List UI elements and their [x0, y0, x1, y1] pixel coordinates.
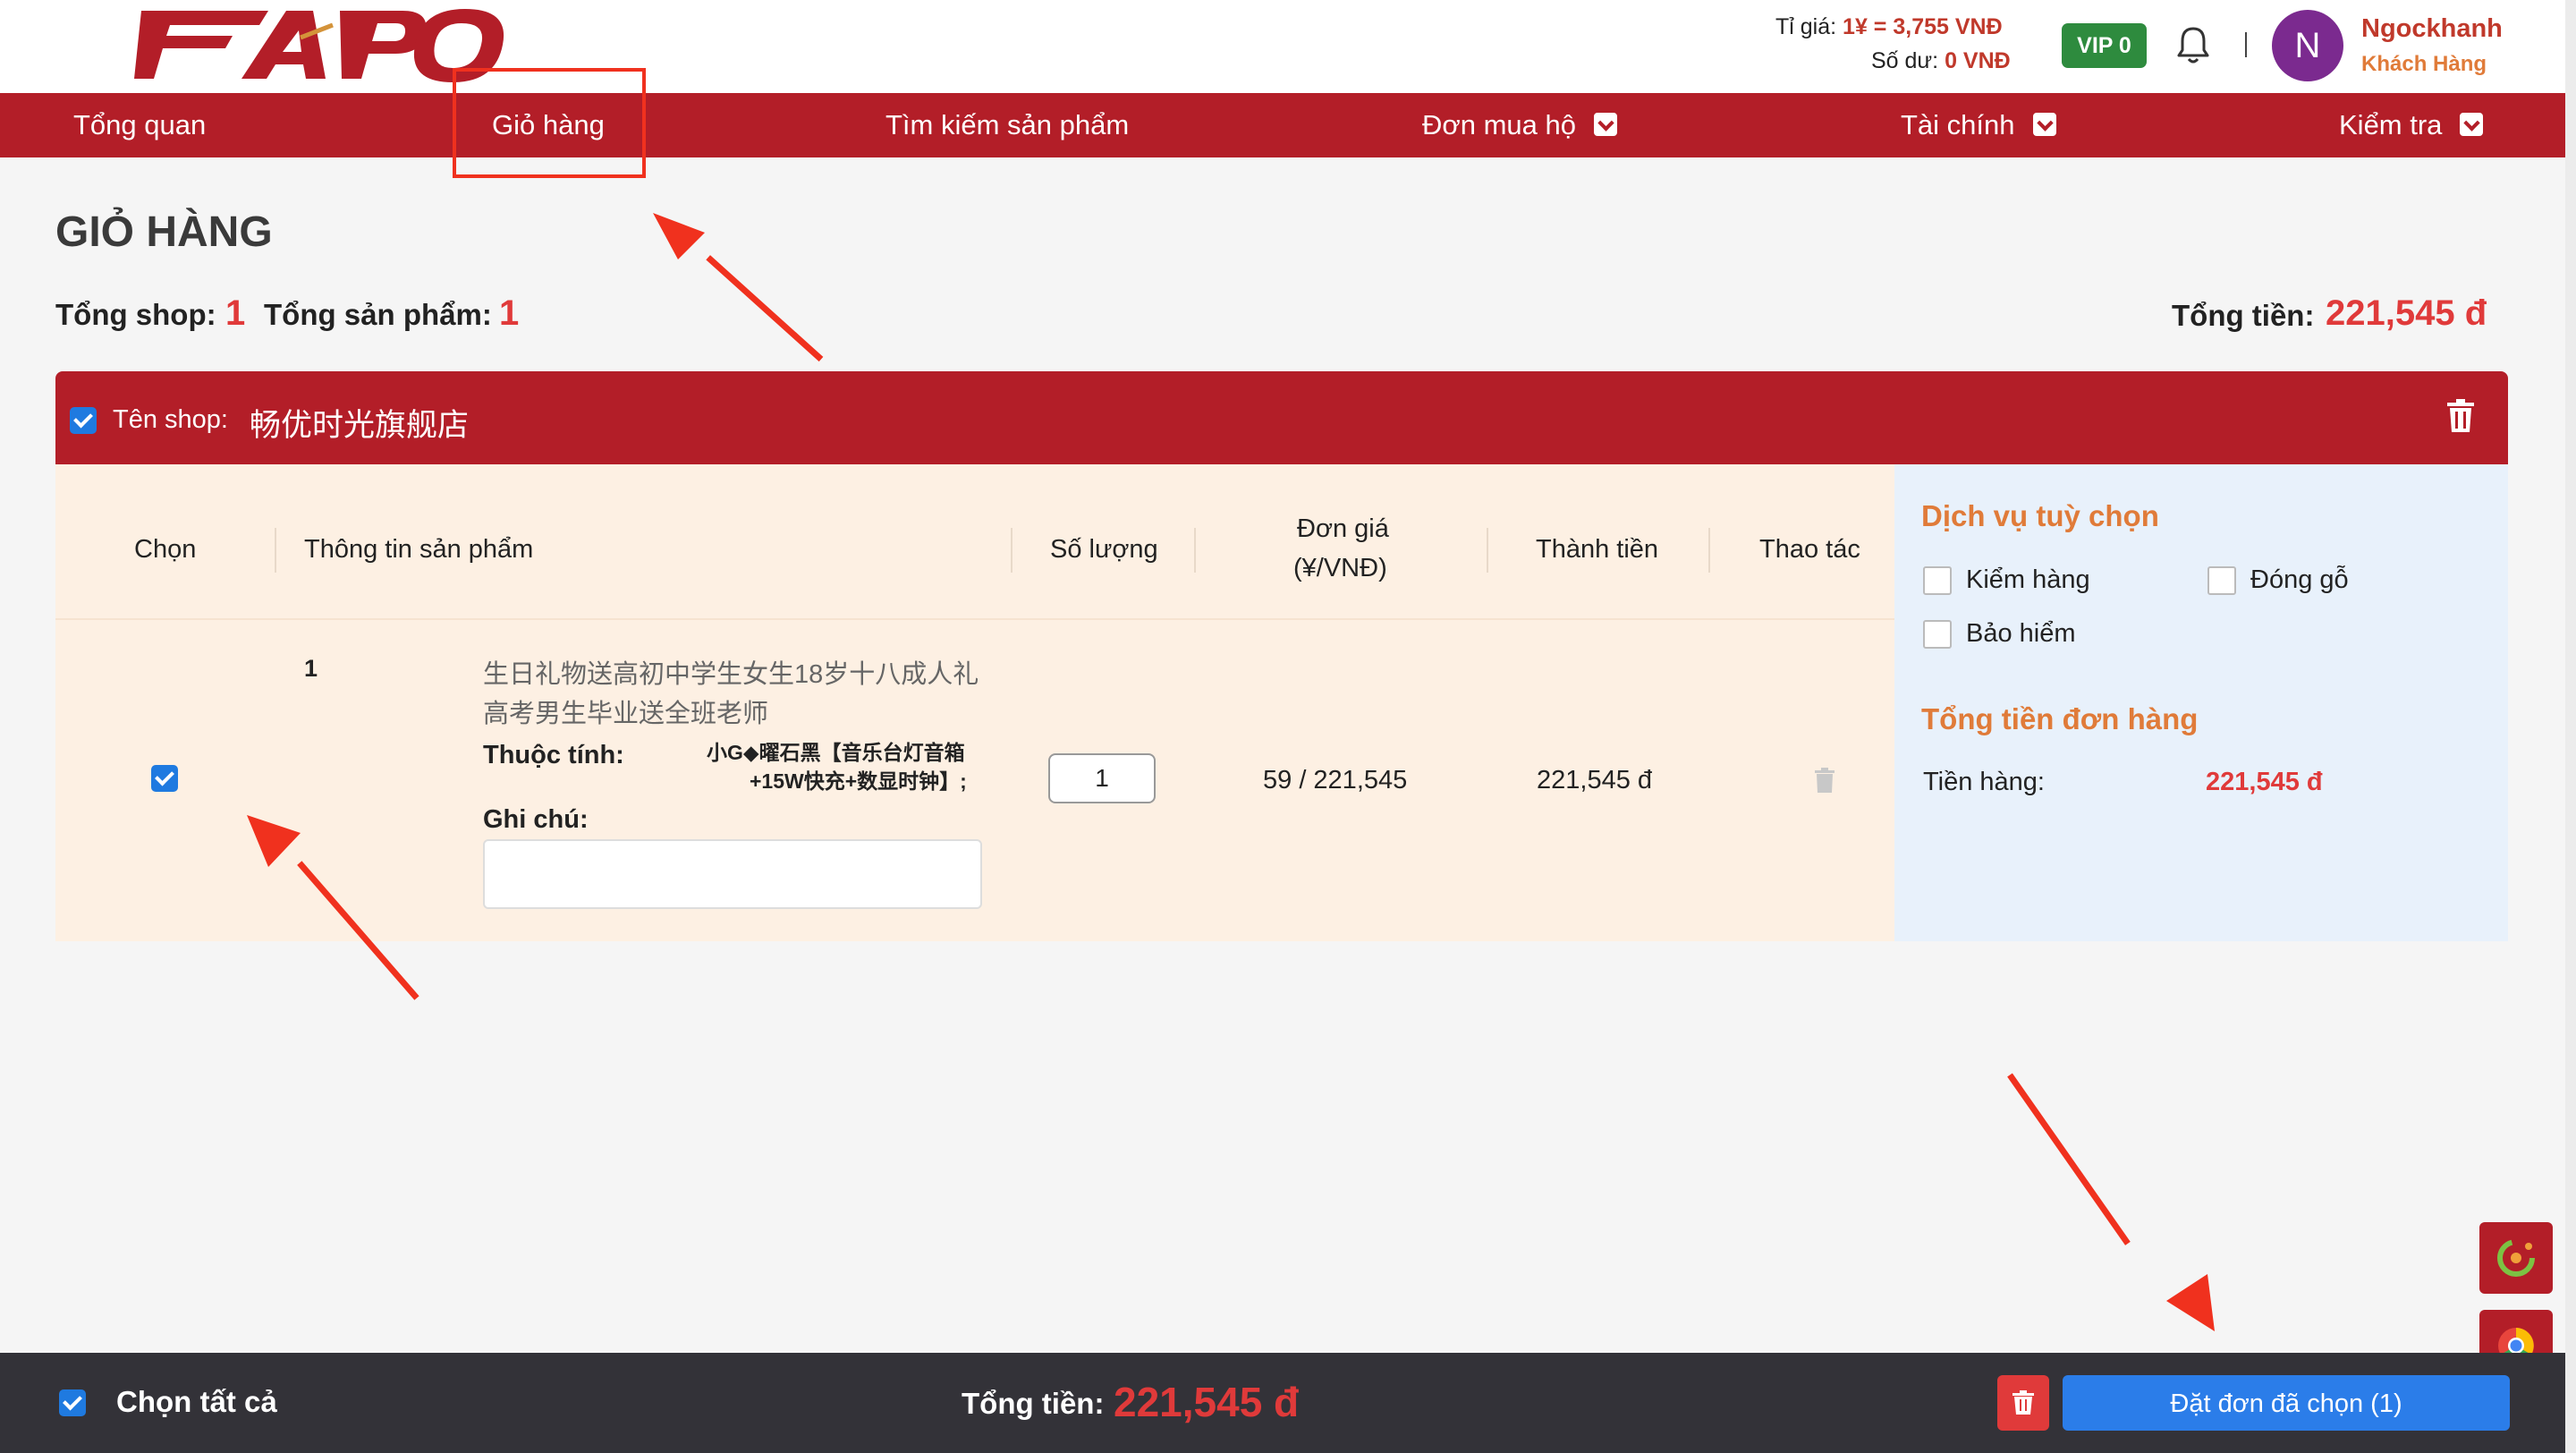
select-all-checkbox[interactable] [59, 1389, 86, 1416]
note-label: Ghi chú: [483, 805, 589, 834]
scrollbar[interactable] [2565, 0, 2576, 1453]
nav-label: Kiểm tra [2339, 109, 2443, 140]
product-title-line1[interactable]: 生日礼物送高初中学生女生18岁十八成人礼 [483, 653, 979, 691]
footer-total-label: Tổng tiền: [962, 1387, 1105, 1420]
shop-name[interactable]: 畅优时光旗舰店 [250, 400, 469, 446]
select-all-label[interactable]: Chọn tất cả [116, 1385, 277, 1419]
total-money-label: Tổng tiền: [2172, 299, 2315, 332]
balance-label: Số dư: [1871, 48, 1939, 73]
goods-money-label: Tiền hàng: [1923, 768, 2045, 796]
row-total: 221,545 đ [1537, 766, 1653, 794]
nav-label: Tổng quan [73, 109, 207, 140]
main-nav: Tổng quan Giỏ hàng Tìm kiếm sản phẩm Đơn… [0, 93, 2565, 157]
attribute-value-line1: 小G◆曜石黑【音乐台灯音箱 [707, 741, 965, 764]
delete-shop-trash-icon[interactable] [2445, 398, 2476, 438]
rate-label: Tỉ giá: [1775, 14, 1837, 39]
chevron-down-icon [2032, 112, 2056, 136]
col-divider [1708, 528, 1710, 573]
nav-item-purchase-orders[interactable]: Đơn mua hộ [1422, 93, 1617, 157]
place-selected-orders-button[interactable]: Đặt đơn đã chọn (1) [2063, 1375, 2510, 1431]
total-shop-value: 1 [225, 293, 246, 333]
trash-icon [2012, 1390, 2034, 1415]
services-title: Dịch vụ tuỳ chọn [1921, 499, 2159, 532]
nav-item-product-search[interactable]: Tìm kiếm sản phẩm [886, 93, 1129, 157]
unit-price: 59 / 221,545 [1263, 766, 1408, 794]
avatar[interactable]: N [2272, 10, 2343, 81]
exchange-rate: Tỉ giá: 1¥ = 3,755 VNĐ [1775, 14, 2003, 40]
extension-icon [2497, 1239, 2535, 1277]
total-products-label: Tổng sản phẩm: [264, 298, 492, 331]
inspect-goods-checkbox[interactable] [1923, 566, 1952, 595]
user-name[interactable]: Ngockhanh [2361, 14, 2503, 44]
header-separator [2245, 32, 2247, 57]
shop-checkbox[interactable] [70, 407, 97, 434]
col-header-unit-price: Đơn giá [1297, 514, 1389, 543]
shop-header: Tên shop: 畅优时光旗舰店 [55, 371, 2508, 464]
col-divider [1011, 528, 1013, 573]
order-summary-title: Tổng tiền đơn hàng [1921, 702, 2199, 735]
col-divider [275, 528, 276, 573]
product-title-line2[interactable]: 高考男生毕业送全班老师 [483, 693, 768, 730]
col-header-total: Thành tiền [1536, 535, 1659, 564]
nav-item-overview[interactable]: Tổng quan [73, 93, 206, 157]
row-index: 1 [304, 655, 318, 682]
total-money-value: 221,545 đ [2326, 293, 2487, 333]
floating-extension-button[interactable] [2479, 1222, 2553, 1294]
nav-label: Đơn mua hộ [1422, 109, 1576, 140]
wood-packing-checkbox[interactable] [2207, 566, 2236, 595]
chevron-down-icon [2460, 112, 2484, 136]
col-header-quantity: Số lượng [1050, 535, 1158, 564]
goods-money-value: 221,545 đ [2206, 768, 2323, 796]
delete-item-trash-icon[interactable] [1814, 767, 1835, 798]
nav-label: Tìm kiếm sản phẩm [886, 109, 1130, 140]
inspect-goods-label[interactable]: Kiểm hàng [1966, 565, 2090, 595]
total-products-value: 1 [499, 293, 520, 333]
rate-value: 1¥ = 3,755 VNĐ [1843, 14, 2003, 39]
balance-value: 0 VNĐ [1945, 48, 2011, 73]
nav-label: Tài chính [1901, 109, 2015, 140]
product-checkbox[interactable] [151, 765, 178, 792]
total-shop-label: Tổng shop: [55, 298, 216, 331]
col-header-unit-price-unit: (¥/VNĐ) [1293, 554, 1387, 582]
top-header: Tỉ giá: 1¥ = 3,755 VNĐ Số dư: 0 VNĐ VIP … [0, 0, 2565, 93]
notification-bell-icon[interactable] [2175, 25, 2211, 69]
shop-name-label: Tên shop: [113, 405, 228, 434]
col-divider [1487, 528, 1488, 573]
col-divider [1194, 528, 1196, 573]
page-title: GIỎ HÀNG [55, 208, 273, 256]
insurance-label[interactable]: Bảo hiểm [1966, 619, 2076, 649]
note-input[interactable] [483, 839, 982, 909]
vip-badge[interactable]: VIP 0 [2062, 23, 2147, 68]
insurance-checkbox[interactable] [1923, 620, 1952, 649]
wood-packing-label[interactable]: Đóng gỗ [2250, 565, 2349, 595]
attribute-label: Thuộc tính: [483, 741, 624, 769]
chevron-down-icon [1593, 112, 1617, 136]
footer-total-value: 221,545 đ [1114, 1379, 1300, 1425]
nav-item-check[interactable]: Kiểm tra [2339, 93, 2484, 157]
delete-selected-button[interactable] [1997, 1375, 2049, 1431]
col-header-action: Thao tác [1759, 535, 1860, 564]
user-role: Khách Hàng [2361, 52, 2487, 76]
quantity-input[interactable]: 1 [1048, 753, 1156, 803]
attribute-value-line2: +15W快充+数显时钟】; [750, 769, 967, 793]
balance: Số dư: 0 VNĐ [1871, 48, 2011, 74]
nav-item-finance[interactable]: Tài chính [1901, 93, 2056, 157]
col-header-product: Thông tin sản phẩm [304, 535, 534, 564]
row-divider [55, 618, 1894, 620]
col-header-select: Chọn [134, 535, 197, 564]
annotation-highlight-box [453, 68, 646, 178]
